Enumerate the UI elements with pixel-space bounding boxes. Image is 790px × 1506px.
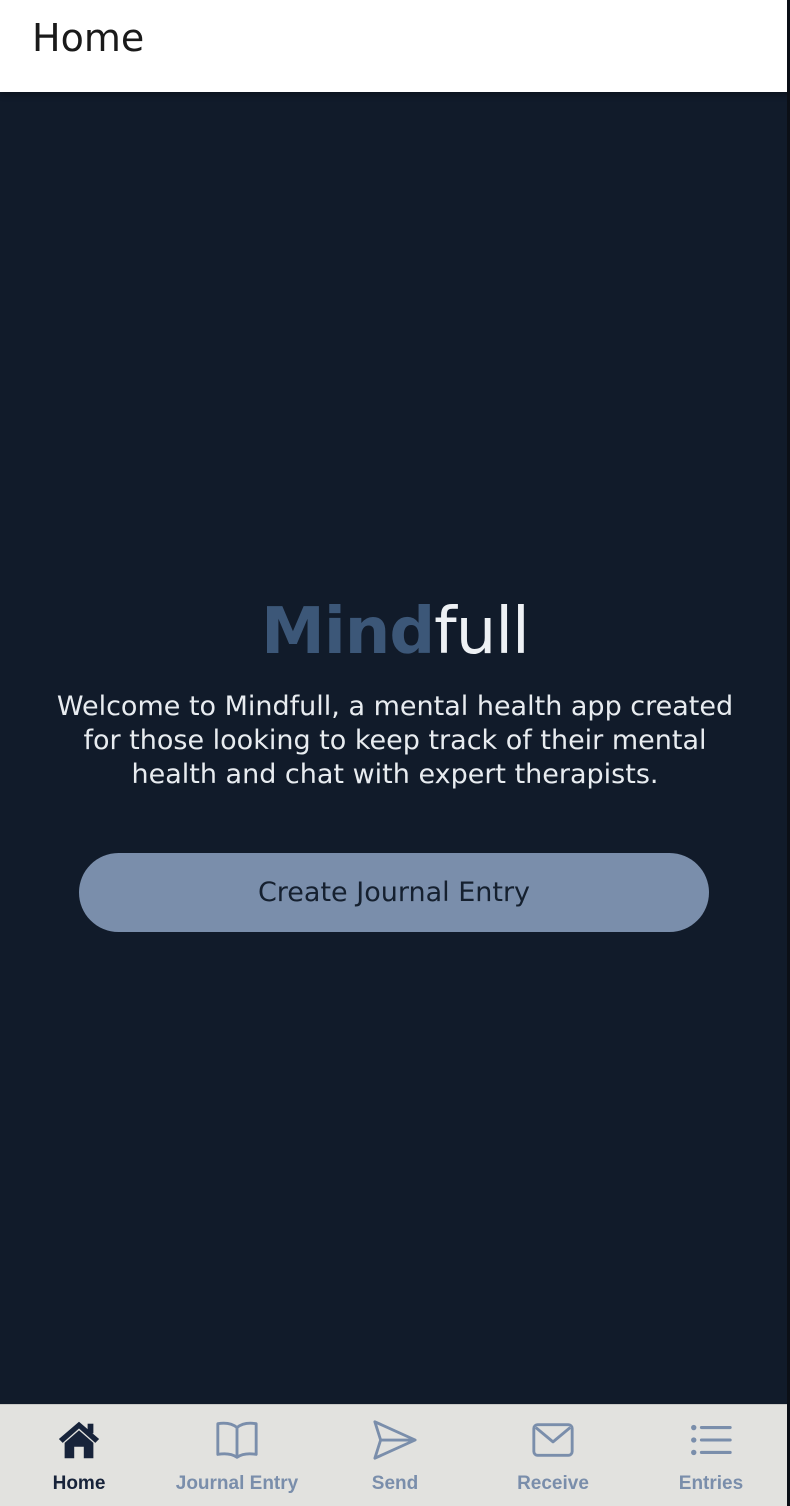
send-icon [373, 1420, 417, 1460]
page-title: Home [32, 16, 145, 60]
tab-journal-entry-label: Journal Entry [175, 1473, 299, 1494]
tab-receive-label: Receive [517, 1473, 589, 1494]
tab-send-label: Send [371, 1473, 419, 1494]
app-logo: Mindfull [0, 592, 790, 672]
main-content: Mindfull Welcome to Mindfull, a mental h… [0, 92, 790, 1404]
logo-mind: Mind [261, 595, 435, 669]
create-journal-entry-button[interactable]: Create Journal Entry [79, 853, 709, 932]
welcome-text: Welcome to Mindfull, a mental health app… [56, 691, 734, 790]
app-header: Home [0, 0, 790, 92]
mail-icon [532, 1423, 574, 1457]
bottom-tab-bar: Home Journal Entry Send Receive Entries [0, 1404, 790, 1506]
tab-journal-entry[interactable]: Journal Entry [158, 1405, 316, 1506]
tab-send[interactable]: Send [316, 1405, 474, 1506]
tab-home[interactable]: Home [0, 1405, 158, 1506]
book-icon [216, 1421, 258, 1459]
tab-entries-label: Entries [678, 1473, 744, 1494]
tab-home-label: Home [52, 1473, 106, 1494]
list-icon [691, 1424, 732, 1456]
tab-entries[interactable]: Entries [632, 1405, 790, 1506]
tab-receive[interactable]: Receive [474, 1405, 632, 1506]
home-icon [58, 1421, 100, 1459]
logo-full: full [434, 595, 530, 669]
